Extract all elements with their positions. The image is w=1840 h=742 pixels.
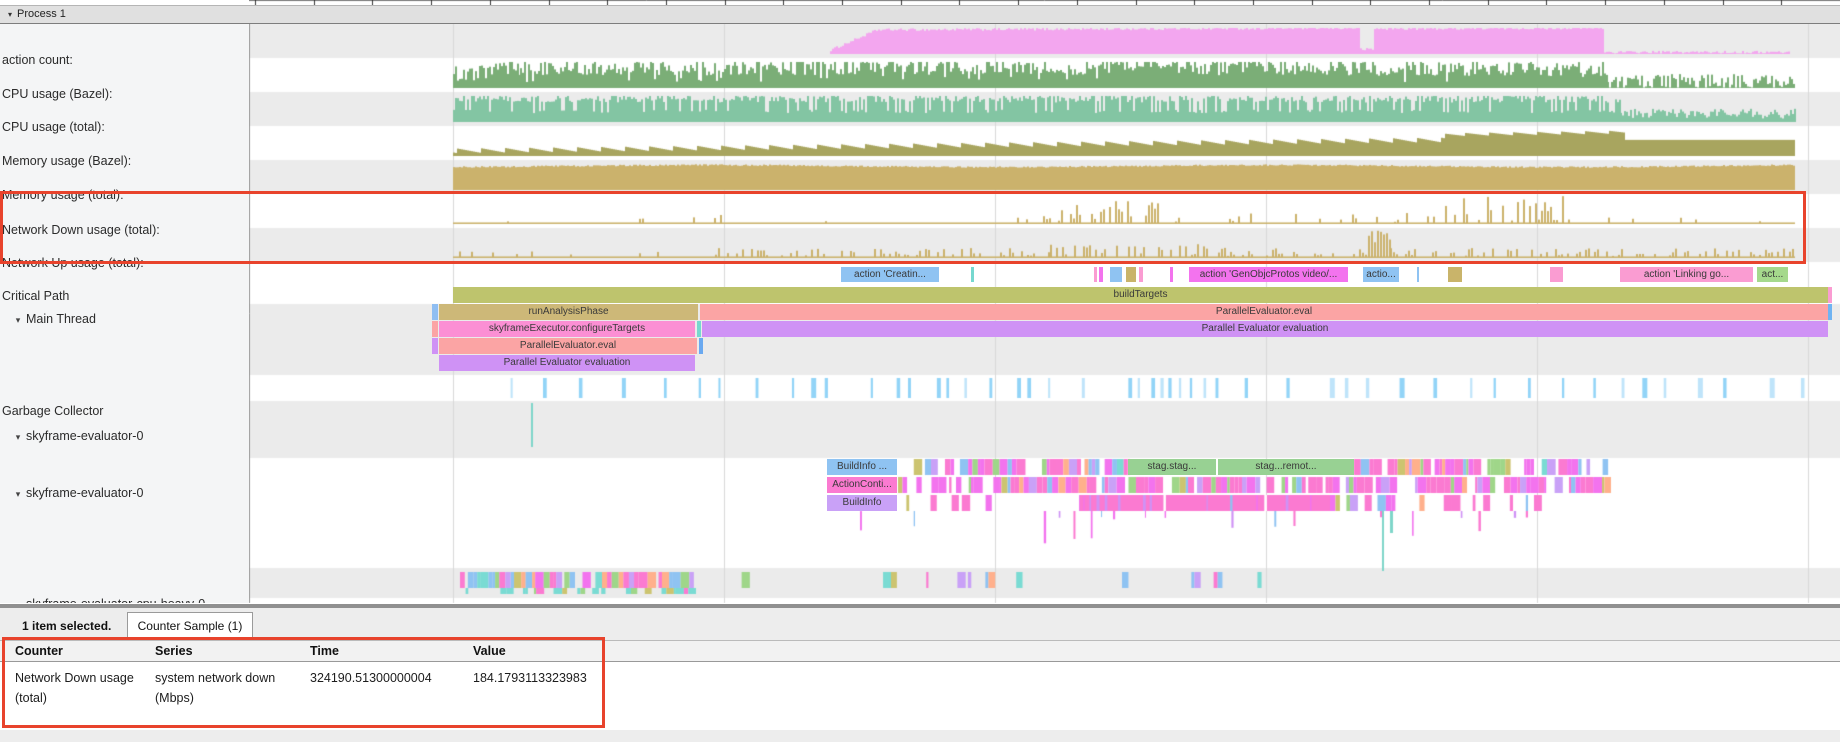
details-table-header: Counter Series Time Value xyxy=(0,640,1840,662)
slice[interactable] xyxy=(1126,267,1136,282)
slice-skyframeexecutor-configuretargets[interactable]: skyframeExecutor.configureTargets xyxy=(439,321,695,337)
sidebar-item-memory-usage-bazel[interactable]: Memory usage (Bazel): xyxy=(0,154,247,168)
slice-parallelevaluator-eval[interactable]: ParallelEvaluator.eval xyxy=(439,338,697,354)
trace-viewer: ▾ Process 1 action count: CPU usage (Bazel… xyxy=(0,0,1840,742)
sidebar-item-memory-usage-total[interactable]: Memory usage (total): xyxy=(0,188,247,202)
slice[interactable] xyxy=(432,338,438,354)
slice-parallel-evaluator-evaluation[interactable]: Parallel Evaluator evaluation xyxy=(439,355,695,371)
sidebar-item-main-thread[interactable]: ▾Main Thread xyxy=(0,312,255,326)
slice-action-genobjcprotos-video[interactable]: action 'GenObjcProtos video/... xyxy=(1189,267,1348,282)
cell-counter: Network Down usage (total) xyxy=(15,668,140,708)
sidebar-item-label: Memory usage (Bazel): xyxy=(2,154,131,168)
slice[interactable] xyxy=(1139,267,1143,282)
sidebar-item-label: Garbage Collector xyxy=(2,404,103,418)
slice-actionconti[interactable]: ActionConti... xyxy=(827,477,897,493)
slice-parallelevaluator-eval[interactable]: ParallelEvaluator.eval xyxy=(700,304,1828,320)
collapse-icon[interactable]: ▾ xyxy=(10,432,26,443)
sidebar-item-skyframe-evaluator-0[interactable]: ▾skyframe-evaluator-0 xyxy=(0,486,255,500)
sidebar-item-skyframe-evaluator-0[interactable]: ▾skyframe-evaluator-0 xyxy=(0,429,255,443)
selection-status: 1 item selected. xyxy=(22,612,111,640)
slice[interactable] xyxy=(1828,304,1832,320)
sidebar-item-label: Memory usage (total): xyxy=(2,188,124,202)
slice[interactable] xyxy=(1094,267,1097,282)
sidebar-item-label: Main Thread xyxy=(26,312,96,326)
slice[interactable] xyxy=(699,338,703,354)
slice[interactable] xyxy=(1550,267,1563,282)
slice[interactable] xyxy=(697,321,701,337)
sidebar-item-network-up-usage-total[interactable]: Network Up usage (total): xyxy=(0,256,247,270)
slice-buildtargets[interactable]: buildTargets xyxy=(453,287,1828,303)
process-header-label: Process 1 xyxy=(17,8,66,20)
column-header-counter[interactable]: Counter xyxy=(15,642,140,661)
cell-time: 324190.51300000004 xyxy=(310,668,465,688)
slice[interactable] xyxy=(1110,267,1122,282)
sidebar-item-label: Network Down usage (total): xyxy=(2,223,160,237)
slice[interactable] xyxy=(432,304,438,320)
tab-counter-sample[interactable]: Counter Sample (1) xyxy=(127,612,253,640)
slice-stag-remot[interactable]: stag...remot... xyxy=(1218,459,1354,475)
collapse-icon: ▾ xyxy=(8,7,12,23)
sidebar-item-label: Critical Path xyxy=(2,289,69,303)
sidebar-item-label: action count: xyxy=(2,53,73,67)
slice-actio[interactable]: actio... xyxy=(1363,267,1399,282)
sidebar-item-network-down-usage-total[interactable]: Network Down usage (total): xyxy=(0,223,247,237)
slice[interactable] xyxy=(1170,267,1173,282)
slice-buildinfo[interactable]: BuildInfo xyxy=(827,495,897,511)
slice-act[interactable]: act... xyxy=(1757,267,1788,282)
process-header[interactable]: ▾ Process 1 xyxy=(0,5,1840,24)
slice[interactable] xyxy=(1099,267,1103,282)
sidebar-item-cpu-usage-total[interactable]: CPU usage (total): xyxy=(0,120,247,134)
slice-stag-stag[interactable]: stag.stag... xyxy=(1128,459,1216,475)
details-table-row[interactable]: Network Down usage (total) system network… xyxy=(0,662,1840,730)
sidebar-item-garbage-collector[interactable]: Garbage Collector xyxy=(0,404,247,418)
sidebar-item-label: skyframe-evaluator-0 xyxy=(26,486,143,500)
slice-runanalysisphase[interactable]: runAnalysisPhase xyxy=(439,304,698,320)
sidebar-item-action-count[interactable]: action count: xyxy=(0,53,247,67)
sidebar-item-critical-path[interactable]: Critical Path xyxy=(0,289,247,303)
sidebar-item-label: Network Up usage (total): xyxy=(2,256,144,270)
slice-parallel-evaluator-evaluation[interactable]: Parallel Evaluator evaluation xyxy=(702,321,1828,337)
collapse-icon[interactable]: ▾ xyxy=(10,489,26,500)
sidebar-item-label: CPU usage (Bazel): xyxy=(2,87,112,101)
slice-action-linking-go[interactable]: action 'Linking go... xyxy=(1620,267,1753,282)
sidebar-item-label: CPU usage (total): xyxy=(2,120,105,134)
sidebar-item-cpu-usage-bazel[interactable]: CPU usage (Bazel): xyxy=(0,87,247,101)
column-header-value[interactable]: Value xyxy=(473,642,703,661)
cell-series: system network down (Mbps) xyxy=(155,668,300,708)
sidebar-item-label: skyframe-evaluator-0 xyxy=(26,429,143,443)
cell-value: 184.1793113323983 xyxy=(473,668,703,688)
slice[interactable] xyxy=(432,321,438,337)
slice[interactable] xyxy=(971,267,974,282)
slice[interactable] xyxy=(1417,267,1419,282)
collapse-icon[interactable]: ▾ xyxy=(10,315,26,326)
slice-action-creatin[interactable]: action 'Creatin... xyxy=(841,267,939,282)
slice[interactable] xyxy=(1448,267,1462,282)
slice-buildinfo[interactable]: BuildInfo ... xyxy=(827,459,897,475)
column-header-series[interactable]: Series xyxy=(155,642,300,661)
column-header-time[interactable]: Time xyxy=(310,642,465,661)
slice[interactable] xyxy=(1828,287,1832,303)
track-sidebar: action count: CPU usage (Bazel): CPU usage… xyxy=(0,24,249,603)
